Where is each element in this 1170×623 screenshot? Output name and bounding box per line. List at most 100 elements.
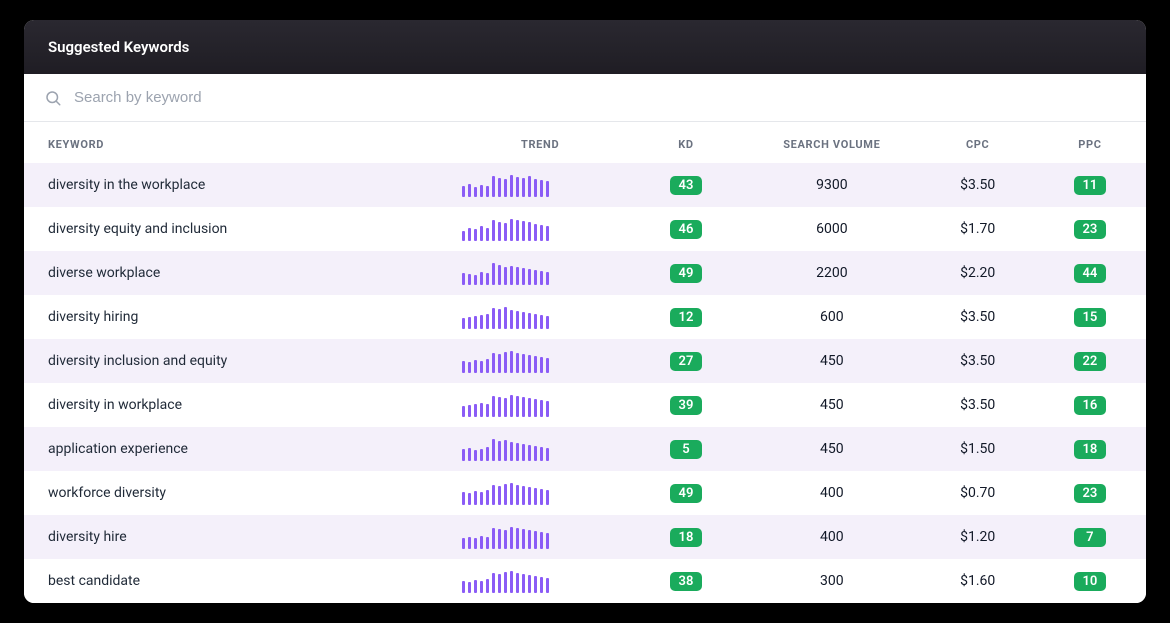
cell-ppc: 22 (1034, 339, 1146, 383)
kd-badge: 39 (670, 396, 702, 415)
cell-kd: 38 (630, 559, 742, 603)
cell-trend (450, 207, 630, 251)
cell-kd: 27 (630, 339, 742, 383)
cell-kd: 49 (630, 251, 742, 295)
table-row[interactable]: diversity inclusion and equity27450$3.50… (24, 339, 1146, 383)
ppc-badge: 10 (1074, 572, 1106, 591)
kd-badge: 49 (670, 484, 702, 503)
trend-sparkline (462, 481, 618, 505)
trend-sparkline (462, 569, 618, 593)
col-kd[interactable]: KD (630, 122, 742, 163)
table-row[interactable]: diversity in the workplace 43 9300$3.50 11 (24, 163, 1146, 207)
cell-search-volume: 2200 (742, 251, 922, 295)
trend-sparkline (462, 349, 618, 373)
kd-badge: 12 (670, 308, 702, 327)
cell-search-volume: 9300 (742, 163, 922, 207)
cell-keyword: diversity inclusion and equity (24, 339, 450, 383)
cell-trend (450, 163, 630, 207)
ppc-badge: 44 (1074, 264, 1106, 283)
ppc-badge: 15 (1074, 308, 1106, 327)
kd-badge: 38 (670, 572, 702, 591)
kd-badge: 46 (670, 220, 702, 239)
table-row[interactable]: best candidate 38 300$1.60 10 (24, 559, 1146, 603)
cell-trend (450, 295, 630, 339)
table-row[interactable]: application experience5450$1.5018 (24, 427, 1146, 471)
cell-ppc: 44 (1034, 251, 1146, 295)
cell-cpc: $3.50 (922, 383, 1034, 427)
cell-search-volume: 400 (742, 515, 922, 559)
cell-trend (450, 559, 630, 603)
col-trend[interactable]: TREND (450, 122, 630, 163)
table-row[interactable]: diversity hire18400$1.207 (24, 515, 1146, 559)
cell-cpc: $1.60 (922, 559, 1034, 603)
cell-kd: 49 (630, 471, 742, 515)
cell-cpc: $0.70 (922, 471, 1034, 515)
cell-kd: 43 (630, 163, 742, 207)
cell-trend (450, 383, 630, 427)
cell-keyword: diversity hire (24, 515, 450, 559)
trend-sparkline (462, 437, 618, 461)
col-cpc[interactable]: CPC (922, 122, 1034, 163)
cell-kd: 46 (630, 207, 742, 251)
cell-cpc: $3.50 (922, 295, 1034, 339)
table-row[interactable]: diverse workplace 49 2200$2.20 44 (24, 251, 1146, 295)
trend-sparkline (462, 525, 618, 549)
trend-sparkline (462, 217, 618, 241)
cell-ppc: 23 (1034, 471, 1146, 515)
cell-keyword: diversity equity and inclusion (24, 207, 450, 251)
table-header-row: KEYWORD TREND KD SEARCH VOLUME CPC PPC (24, 122, 1146, 163)
search-input[interactable] (72, 88, 1126, 107)
cell-ppc: 10 (1034, 559, 1146, 603)
panel-title: Suggested Keywords (24, 20, 1146, 74)
cell-cpc: $3.50 (922, 163, 1034, 207)
cell-cpc: $3.50 (922, 339, 1034, 383)
trend-sparkline (462, 305, 618, 329)
table-row[interactable]: workforce diversity49400$0.7023 (24, 471, 1146, 515)
cell-cpc: $2.20 (922, 251, 1034, 295)
table-row[interactable]: diversity in workplace 39 450$3.5016 (24, 383, 1146, 427)
col-ppc[interactable]: PPC (1034, 122, 1146, 163)
suggested-keywords-panel: Suggested Keywords KEYWORD TREND KD SEAR… (24, 20, 1146, 603)
cell-keyword: diverse workplace (24, 251, 450, 295)
cell-trend (450, 515, 630, 559)
trend-sparkline (462, 173, 618, 197)
cell-keyword: application experience (24, 427, 450, 471)
cell-ppc: 15 (1034, 295, 1146, 339)
cell-kd: 12 (630, 295, 742, 339)
cell-trend (450, 251, 630, 295)
table-row[interactable]: diversity equity and inclusion 46 6000$1.7… (24, 207, 1146, 251)
search-icon (44, 89, 62, 107)
cell-keyword: diversity in the workplace (24, 163, 450, 207)
kd-badge: 5 (670, 440, 702, 459)
ppc-badge: 11 (1074, 176, 1106, 195)
col-keyword[interactable]: KEYWORD (24, 122, 450, 163)
ppc-badge: 7 (1074, 528, 1106, 547)
kd-badge: 43 (670, 176, 702, 195)
cell-search-volume: 600 (742, 295, 922, 339)
cell-search-volume: 6000 (742, 207, 922, 251)
cell-ppc: 7 (1034, 515, 1146, 559)
cell-keyword: best candidate (24, 559, 450, 603)
trend-sparkline (462, 393, 618, 417)
cell-search-volume: 450 (742, 383, 922, 427)
cell-search-volume: 300 (742, 559, 922, 603)
cell-keyword: workforce diversity (24, 471, 450, 515)
col-search-volume[interactable]: SEARCH VOLUME (742, 122, 922, 163)
trend-sparkline (462, 261, 618, 285)
ppc-badge: 23 (1074, 484, 1106, 503)
cell-trend (450, 427, 630, 471)
keywords-table: KEYWORD TREND KD SEARCH VOLUME CPC PPC d… (24, 122, 1146, 603)
cell-keyword: diversity in workplace (24, 383, 450, 427)
table-row[interactable]: diversity hiring12600$3.5015 (24, 295, 1146, 339)
cell-search-volume: 450 (742, 427, 922, 471)
cell-ppc: 16 (1034, 383, 1146, 427)
cell-ppc: 18 (1034, 427, 1146, 471)
kd-badge: 27 (670, 352, 702, 371)
cell-kd: 5 (630, 427, 742, 471)
ppc-badge: 18 (1074, 440, 1106, 459)
cell-ppc: 23 (1034, 207, 1146, 251)
cell-cpc: $1.70 (922, 207, 1034, 251)
cell-trend (450, 471, 630, 515)
kd-badge: 49 (670, 264, 702, 283)
cell-cpc: $1.20 (922, 515, 1034, 559)
